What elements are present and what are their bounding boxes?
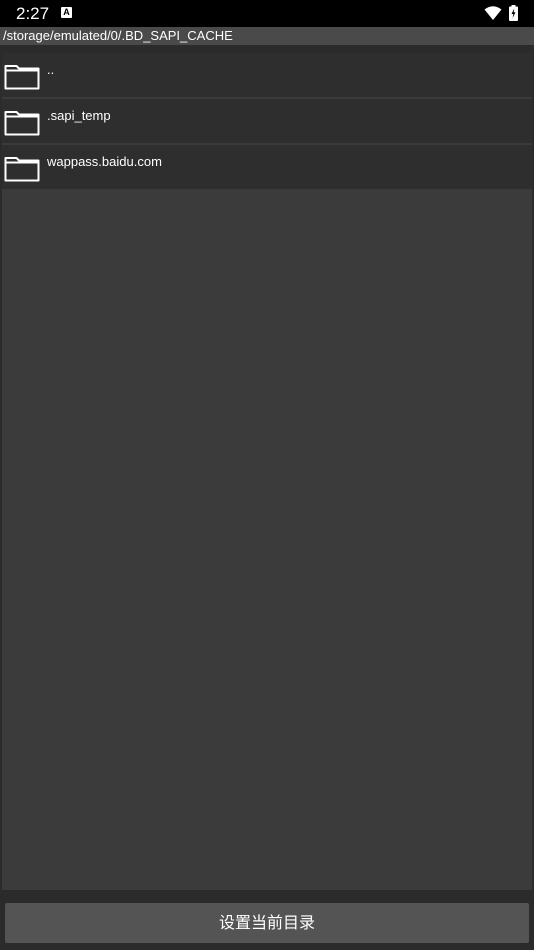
current-path: /storage/emulated/0/.BD_SAPI_CACHE bbox=[0, 27, 534, 45]
folder-icon bbox=[4, 157, 40, 182]
folder-icon bbox=[4, 65, 40, 90]
list-item-sapi-temp[interactable]: .sapi_temp bbox=[2, 99, 532, 144]
notification-app-letter: A bbox=[63, 7, 70, 17]
wifi-icon bbox=[484, 6, 502, 20]
list-item-label: wappass.baidu.com bbox=[47, 154, 162, 169]
list-item-wappass[interactable]: wappass.baidu.com bbox=[2, 145, 532, 190]
folder-icon bbox=[4, 111, 40, 136]
set-current-directory-button[interactable]: 设置当前目录 bbox=[5, 903, 529, 943]
list-item-parent-directory[interactable]: .. bbox=[2, 53, 532, 98]
status-bar: 2:27 A bbox=[0, 0, 534, 27]
notification-app-icon: A bbox=[61, 7, 72, 18]
list-item-label: .sapi_temp bbox=[47, 108, 111, 123]
file-list[interactable]: .. .sapi_temp wappass.baidu.com bbox=[2, 53, 532, 890]
status-time: 2:27 bbox=[16, 4, 50, 23]
battery-icon bbox=[509, 5, 518, 21]
list-item-label: .. bbox=[47, 62, 55, 77]
